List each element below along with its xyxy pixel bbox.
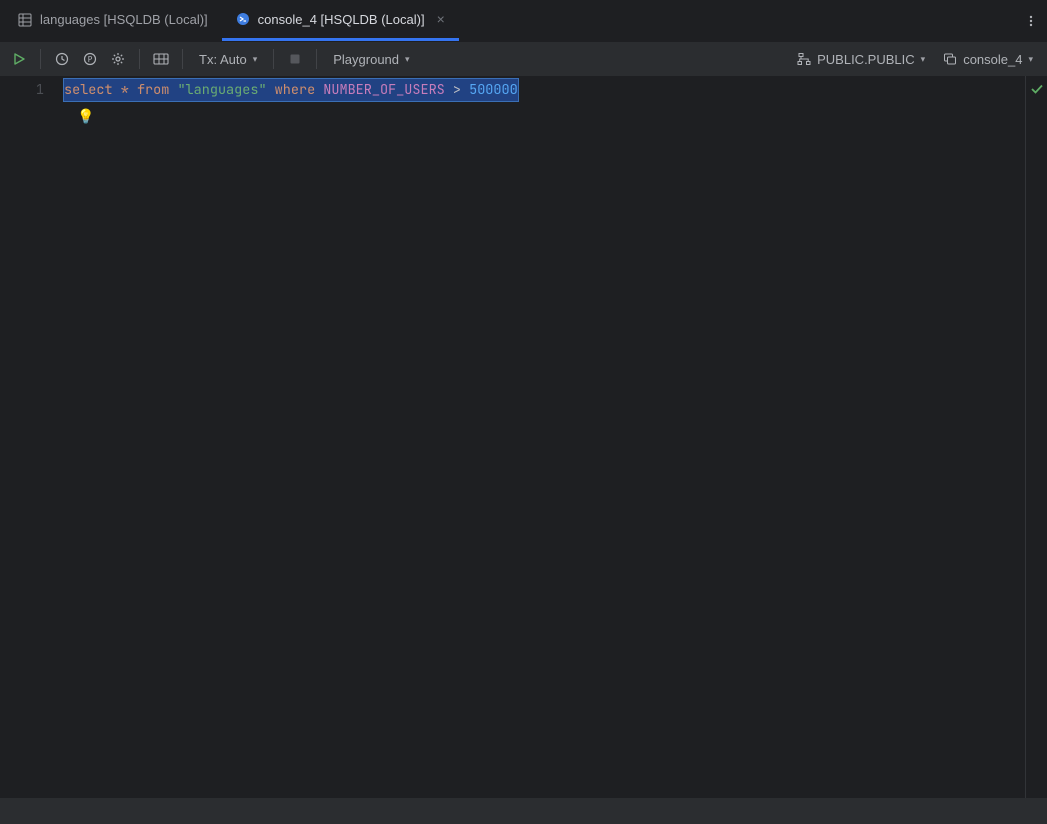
token-star: * bbox=[121, 81, 129, 99]
chevron-down-icon: ▾ bbox=[405, 54, 410, 65]
separator bbox=[40, 49, 41, 69]
settings-button[interactable] bbox=[105, 46, 131, 72]
chevron-down-icon: ▾ bbox=[921, 54, 926, 65]
tab-label: languages [HSQLDB (Local)] bbox=[40, 12, 208, 27]
svg-text:P: P bbox=[88, 55, 93, 64]
separator bbox=[182, 49, 183, 69]
tab-bar: languages [HSQLDB (Local)] console_4 [HS… bbox=[0, 0, 1047, 42]
console-icon bbox=[236, 12, 250, 26]
intention-bulb-icon[interactable]: 💡 bbox=[77, 106, 94, 128]
history-button[interactable] bbox=[49, 46, 75, 72]
explain-plan-button[interactable]: P bbox=[77, 46, 103, 72]
output-layout-button[interactable] bbox=[148, 46, 174, 72]
token-column: NUMBER_OF_USERS bbox=[323, 81, 445, 99]
toolbar: P Tx: Auto ▾ Playground ▾ PUBLIC.PUBLIC … bbox=[0, 42, 1047, 76]
keyword-select: select bbox=[64, 81, 113, 99]
playground-dropdown[interactable]: Playground ▾ bbox=[325, 46, 417, 72]
schema-label: PUBLIC.PUBLIC bbox=[817, 52, 915, 67]
tx-label-text: Tx: Auto bbox=[199, 52, 247, 67]
chevron-down-icon: ▾ bbox=[1028, 54, 1033, 65]
code-area[interactable]: select * from "languages" where NUMBER_O… bbox=[63, 76, 1025, 798]
close-icon[interactable]: × bbox=[433, 11, 445, 27]
token-number: 500000 bbox=[469, 81, 518, 99]
tab-languages[interactable]: languages [HSQLDB (Local)] bbox=[4, 0, 222, 41]
separator bbox=[316, 49, 317, 69]
more-menu-button[interactable] bbox=[1015, 0, 1047, 41]
schema-selector[interactable]: PUBLIC.PUBLIC ▾ bbox=[789, 46, 933, 72]
token-operator: > bbox=[453, 81, 461, 99]
chevron-down-icon: ▾ bbox=[253, 54, 258, 65]
check-ok-icon[interactable] bbox=[1030, 82, 1044, 96]
stop-button[interactable] bbox=[282, 46, 308, 72]
status-bar bbox=[0, 798, 1047, 824]
editor[interactable]: 1 select * from "languages" where NUMBER… bbox=[0, 76, 1047, 798]
session-icon bbox=[943, 52, 957, 66]
inspection-strip bbox=[1025, 76, 1047, 798]
session-selector[interactable]: console_4 ▾ bbox=[935, 46, 1041, 72]
gutter: 1 bbox=[0, 76, 63, 798]
playground-label: Playground bbox=[333, 52, 399, 67]
keyword-from: from bbox=[137, 81, 169, 99]
table-icon bbox=[18, 13, 32, 27]
transaction-mode-dropdown[interactable]: Tx: Auto ▾ bbox=[191, 46, 265, 72]
tab-label: console_4 [HSQLDB (Local)] bbox=[258, 12, 425, 27]
token-table: "languages" bbox=[177, 81, 266, 99]
tab-console-4[interactable]: console_4 [HSQLDB (Local)] × bbox=[222, 0, 459, 41]
separator bbox=[139, 49, 140, 69]
session-label: console_4 bbox=[963, 52, 1022, 67]
separator bbox=[273, 49, 274, 69]
keyword-where: where bbox=[275, 81, 316, 99]
code-line[interactable]: select * from "languages" where NUMBER_O… bbox=[63, 79, 1025, 101]
run-button[interactable] bbox=[6, 46, 32, 72]
line-number: 1 bbox=[0, 79, 62, 101]
schema-icon bbox=[797, 52, 811, 66]
